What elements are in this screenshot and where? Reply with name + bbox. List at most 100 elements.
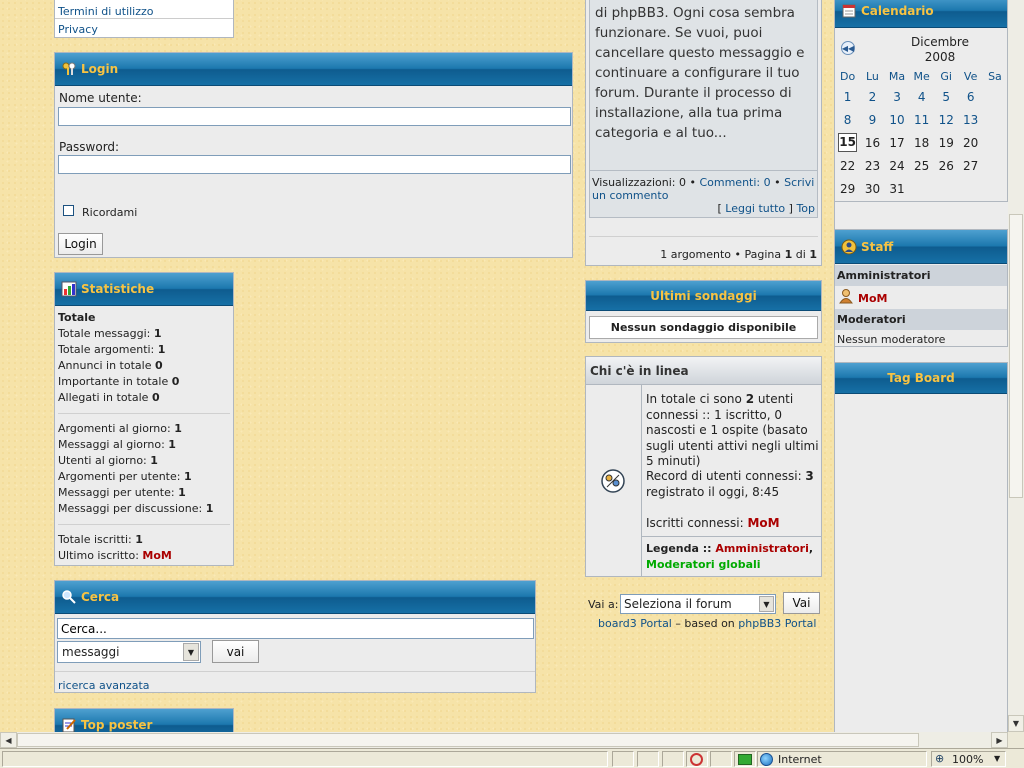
stat-line: Utenti al giorno: 1 bbox=[58, 454, 158, 467]
calendar-day[interactable]: 1 bbox=[835, 85, 860, 108]
phpbb3-portal-link[interactable]: phpBB3 Portal bbox=[738, 617, 816, 630]
calendar-prev-button[interactable]: ◀◀ bbox=[841, 41, 855, 55]
online-summary: In totale ci sono 2 utenti connessi :: 1… bbox=[646, 392, 819, 468]
divider bbox=[58, 524, 230, 525]
zone-cell[interactable]: Internet bbox=[757, 751, 927, 767]
horizontal-scrollbar[interactable]: ◀ ▶ bbox=[0, 732, 1008, 748]
scroll-down-button[interactable]: ▼ bbox=[1008, 715, 1024, 732]
terms-link[interactable]: Termini di utilizzo bbox=[58, 5, 154, 18]
search-title: Cerca bbox=[81, 590, 120, 604]
calendar-day[interactable]: 3 bbox=[885, 85, 910, 108]
calendar-day[interactable]: 8 bbox=[835, 108, 860, 131]
last-user-link[interactable]: MoM bbox=[142, 549, 171, 562]
tagboard-header: Tag Board bbox=[835, 363, 1007, 394]
calendar-day[interactable] bbox=[909, 177, 934, 200]
search-panel: Cerca messaggi ▼ vai ricerca avanzata bbox=[54, 580, 536, 693]
polls-empty-box: Nessun sondaggio disponibile bbox=[589, 316, 818, 339]
legend-admins-link[interactable]: Amministratori bbox=[715, 542, 808, 555]
calendar-day[interactable] bbox=[983, 85, 1007, 108]
scroll-thumb[interactable] bbox=[1009, 214, 1023, 498]
calendar-day[interactable]: 9 bbox=[860, 108, 884, 131]
calendar-day[interactable]: 30 bbox=[860, 177, 884, 200]
calendar-day[interactable]: 6 bbox=[958, 85, 982, 108]
comments-link[interactable]: Commenti: 0 bbox=[699, 176, 770, 189]
stat-line: Totale iscritti: 1 bbox=[58, 533, 143, 546]
scroll-thumb-horizontal[interactable] bbox=[17, 733, 919, 747]
password-field[interactable] bbox=[58, 155, 571, 174]
calendar-day[interactable]: 13 bbox=[958, 108, 982, 131]
calendar-day[interactable]: 16 bbox=[860, 131, 884, 154]
search-input[interactable] bbox=[57, 618, 534, 639]
keys-icon bbox=[61, 61, 77, 77]
calendar-day[interactable]: 31 bbox=[885, 177, 910, 200]
footer-credits: board3 Portal – based on phpBB3 Portal bbox=[598, 617, 817, 630]
tagboard-title: Tag Board bbox=[887, 371, 955, 385]
stat-line: Messaggi per discussione: 1 bbox=[58, 502, 214, 515]
calendar-day[interactable]: 20 bbox=[958, 131, 982, 154]
calendar-day[interactable]: 11 bbox=[909, 108, 934, 131]
staff-admin-user-link[interactable]: MoM bbox=[858, 292, 887, 305]
calendar-day-today[interactable]: 15 bbox=[835, 131, 860, 154]
stats-panel: Statistiche Totale Totale messaggi: 1 To… bbox=[54, 272, 234, 566]
advanced-search-link[interactable]: ricerca avanzata bbox=[58, 679, 150, 692]
security-icon bbox=[738, 754, 752, 765]
status-cell bbox=[734, 751, 756, 767]
search-go-button[interactable]: vai bbox=[212, 640, 259, 663]
login-button[interactable]: Login bbox=[58, 233, 103, 255]
staff-mods-heading: Moderatori bbox=[835, 309, 1007, 330]
stats-total-heading: Totale bbox=[58, 311, 96, 324]
calendar-day[interactable]: 19 bbox=[934, 131, 958, 154]
calendar-day[interactable] bbox=[983, 131, 1007, 154]
zoom-label: 100% bbox=[952, 753, 984, 766]
calendar-day[interactable]: 17 bbox=[885, 131, 910, 154]
calendar-day[interactable]: 12 bbox=[934, 108, 958, 131]
stat-line: Annunci in totale 0 bbox=[58, 359, 163, 372]
calendar-day[interactable]: 4 bbox=[909, 85, 934, 108]
vertical-scrollbar[interactable]: ▼ bbox=[1008, 0, 1024, 732]
calendar-day[interactable]: 5 bbox=[934, 85, 958, 108]
calendar-year: 2008 bbox=[924, 50, 956, 64]
calendar-day[interactable] bbox=[983, 177, 1007, 200]
zone-label: Internet bbox=[778, 753, 822, 766]
scroll-right-button[interactable]: ▶ bbox=[991, 732, 1008, 748]
remember-checkbox[interactable] bbox=[63, 205, 74, 216]
privacy-link[interactable]: Privacy bbox=[58, 23, 98, 36]
login-title: Login bbox=[81, 62, 119, 76]
double-arrow-left-icon: ◀◀ bbox=[841, 43, 855, 53]
search-type-select[interactable]: messaggi ▼ bbox=[57, 641, 201, 663]
jump-label: Vai a: bbox=[588, 598, 619, 611]
calendar-day[interactable]: 26 bbox=[934, 154, 958, 177]
calendar-day[interactable]: 27 bbox=[958, 154, 982, 177]
calendar-day[interactable]: 22 bbox=[835, 154, 860, 177]
jump-go-button[interactable]: Vai bbox=[783, 592, 820, 614]
user-icon bbox=[838, 288, 854, 307]
zoom-cell[interactable]: ⊕ 100% ▼ bbox=[931, 751, 1006, 767]
calendar-day[interactable]: 23 bbox=[860, 154, 884, 177]
online-users-icon bbox=[600, 468, 626, 497]
browser-status-bar: Internet ⊕ 100% ▼ bbox=[0, 748, 1024, 768]
calendar-day[interactable] bbox=[958, 177, 982, 200]
calendar-day[interactable]: 18 bbox=[909, 131, 934, 154]
read-all-link[interactable]: Leggi tutto bbox=[725, 202, 785, 215]
calendar-day[interactable] bbox=[934, 177, 958, 200]
calendar-day[interactable]: 25 bbox=[909, 154, 934, 177]
calendar-day[interactable]: 29 bbox=[835, 177, 860, 200]
polls-panel: Ultimi sondaggi Nessun sondaggio disponi… bbox=[585, 280, 822, 343]
divider bbox=[58, 413, 230, 414]
board3-portal-link[interactable]: board3 Portal bbox=[598, 617, 672, 630]
top-link[interactable]: Top bbox=[796, 202, 815, 215]
weekday-label: Do bbox=[840, 69, 856, 83]
jump-forum-select[interactable]: Seleziona il forum ▼ bbox=[620, 594, 776, 614]
username-field[interactable] bbox=[58, 107, 571, 126]
calendar-day[interactable]: 10 bbox=[885, 108, 910, 131]
calendar-day[interactable]: 2 bbox=[860, 85, 884, 108]
scroll-left-button[interactable]: ◀ bbox=[0, 732, 17, 748]
online-user-link[interactable]: MoM bbox=[747, 516, 779, 530]
legend-mods-link[interactable]: Moderatori globali bbox=[646, 558, 761, 571]
calendar-day[interactable]: 24 bbox=[885, 154, 910, 177]
stat-line: Argomenti per utente: 1 bbox=[58, 470, 192, 483]
scrollbar-corner bbox=[1008, 732, 1024, 748]
calendar-day[interactable] bbox=[983, 108, 1007, 131]
calendar-day[interactable] bbox=[983, 154, 1007, 177]
zoom-icon: ⊕ bbox=[935, 752, 945, 765]
